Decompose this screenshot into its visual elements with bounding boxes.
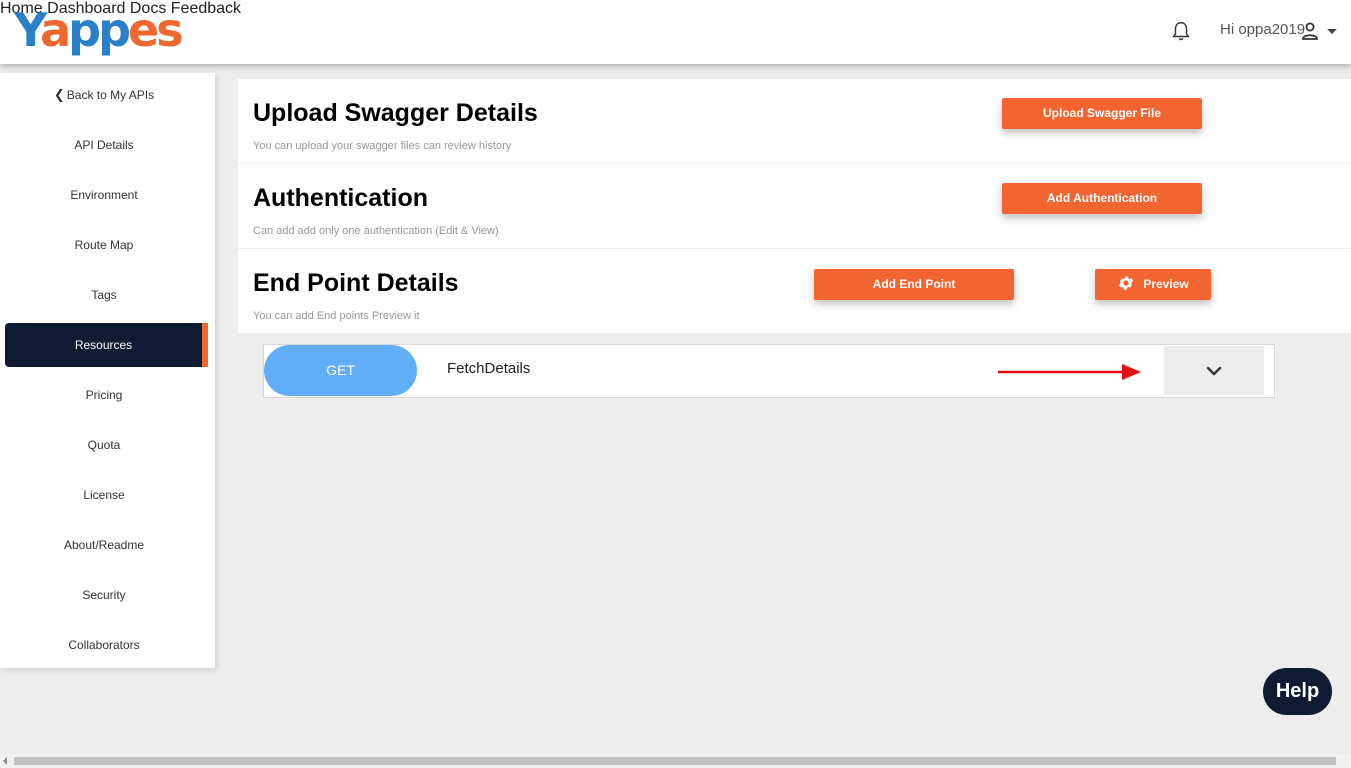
add-authentication-button[interactable]: Add Authentication	[1002, 183, 1202, 214]
expand-endpoint-button[interactable]	[1164, 346, 1264, 395]
chevron-down-icon	[1206, 366, 1222, 376]
preview-label: Preview	[1143, 277, 1189, 291]
swagger-title: Upload Swagger Details	[253, 99, 538, 127]
sidebar-item-about-readme[interactable]: About/Readme	[0, 523, 208, 567]
swagger-subtitle: You can upload your swagger files can re…	[253, 140, 512, 152]
horizontal-scrollbar[interactable]	[0, 754, 1351, 768]
endpoint-section: End Point Details You can add End points…	[238, 249, 1351, 333]
add-endpoint-button[interactable]: Add End Point	[814, 269, 1014, 300]
chevron-left-icon: ❮	[53, 87, 65, 102]
endpoint-subtitle: You can add End points Preview it	[253, 310, 420, 322]
sidebar-item-security[interactable]: Security	[0, 573, 208, 617]
sidebar-item-resources[interactable]: Resources	[5, 323, 208, 367]
authentication-section: Authentication Can add add only one auth…	[238, 164, 1351, 248]
scroll-left-arrow-icon[interactable]	[3, 757, 7, 765]
red-arrow-annotation	[998, 364, 1141, 380]
authentication-title: Authentication	[253, 184, 428, 212]
swagger-section: Upload Swagger Details You can upload yo…	[238, 79, 1351, 163]
top-navbar: Yappes Home Dashboard Docs Feedback Hi o…	[0, 0, 1351, 64]
endpoint-title: End Point Details	[253, 269, 459, 297]
endpoint-name: FetchDetails	[447, 360, 531, 377]
sidebar-item-collaborators[interactable]: Collaborators	[0, 623, 208, 667]
user-icon[interactable]	[1300, 21, 1320, 41]
sidebar: ❮ Back to My APIs API Details Environment…	[0, 73, 215, 668]
bell-icon[interactable]	[1170, 19, 1192, 43]
preview-button[interactable]: Preview	[1095, 269, 1211, 300]
endpoint-list: GET FetchDetails	[238, 334, 1351, 407]
sidebar-item-route-map[interactable]: Route Map	[0, 223, 208, 267]
sidebar-item-pricing[interactable]: Pricing	[0, 373, 208, 417]
back-to-apis-link[interactable]: ❮ Back to My APIs	[0, 73, 208, 117]
caret-down-icon[interactable]	[1327, 29, 1337, 34]
gear-icon	[1119, 276, 1134, 290]
yappes-logo[interactable]: Yappes	[14, 4, 184, 56]
sidebar-item-environment[interactable]: Environment	[0, 173, 208, 217]
nav-feedback-link[interactable]: Feedback	[171, 0, 241, 17]
help-button[interactable]: Help	[1263, 668, 1332, 715]
user-greeting[interactable]: Hi oppa2019	[1220, 21, 1305, 38]
authentication-subtitle: Can add add only one authentication (Edi…	[253, 225, 499, 237]
sidebar-item-quota[interactable]: Quota	[0, 423, 208, 467]
scrollbar-thumb[interactable]	[14, 757, 1336, 765]
sidebar-item-license[interactable]: License	[0, 473, 208, 517]
method-badge: GET	[264, 345, 417, 396]
sidebar-item-api-details[interactable]: API Details	[0, 123, 208, 167]
upload-swagger-button[interactable]: Upload Swagger File	[1002, 98, 1202, 129]
sidebar-item-tags[interactable]: Tags	[0, 273, 208, 317]
